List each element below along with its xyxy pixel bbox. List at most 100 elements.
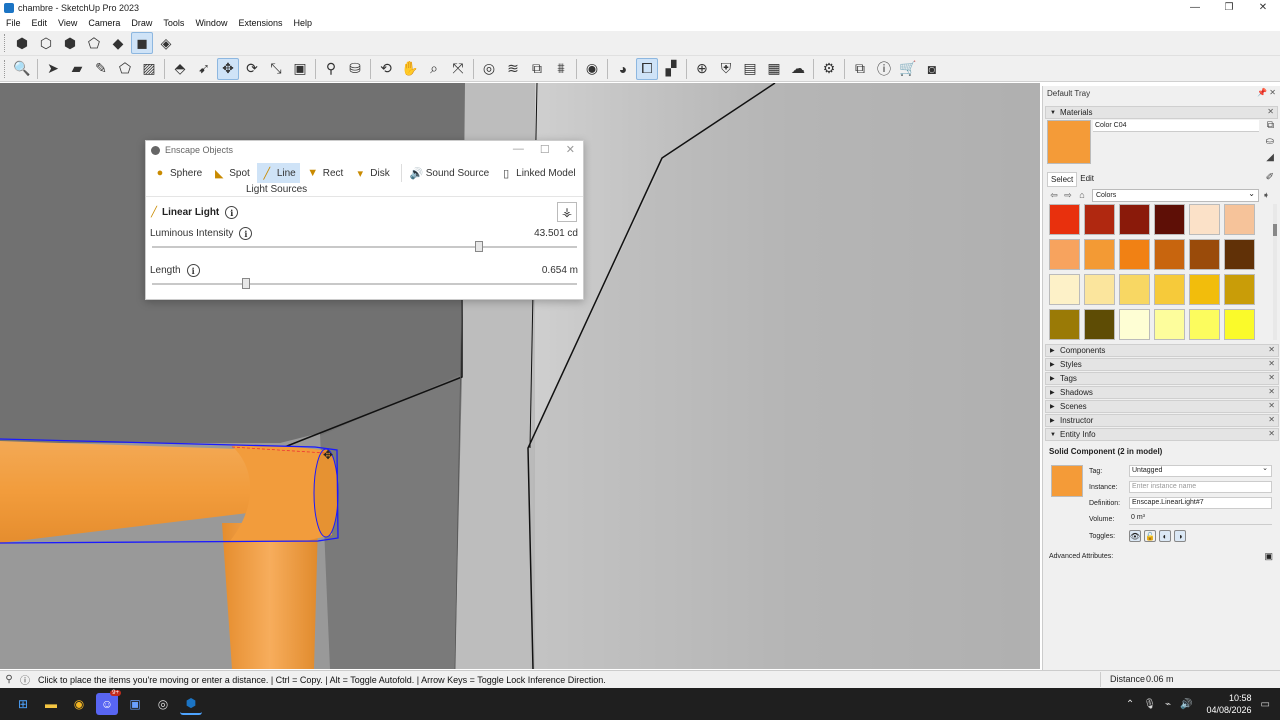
paint-bucket-icon[interactable]: ⛀ xyxy=(1266,136,1274,147)
hidden-toggle-icon[interactable]: 👁 xyxy=(1129,530,1141,542)
tab-linked-model[interactable]: ▯ Linked Model xyxy=(496,163,579,183)
enscape-window-icon[interactable]: ⧉ xyxy=(849,58,871,80)
follow-me-icon[interactable]: ➹ xyxy=(193,58,215,80)
zoom-icon[interactable]: 🔍 xyxy=(11,58,33,80)
menu-draw[interactable]: Draw xyxy=(131,18,152,28)
info-icon[interactable]: ⓘ xyxy=(18,672,32,687)
tab-sphere[interactable]: ● Sphere xyxy=(150,163,206,183)
color-swatch[interactable] xyxy=(1154,274,1185,305)
close-panel-icon[interactable]: ✕ xyxy=(1268,429,1275,438)
close-panel-icon[interactable]: ✕ xyxy=(1268,373,1275,382)
right-view-icon[interactable]: ⬠ xyxy=(83,32,105,54)
network-icon[interactable]: ⌁ xyxy=(1165,699,1171,710)
color-swatch[interactable] xyxy=(1224,239,1255,270)
color-swatch[interactable] xyxy=(1189,274,1220,305)
scale-icon[interactable]: ⤡ xyxy=(265,58,287,80)
enscape-upload-icon[interactable]: ☁ xyxy=(787,58,809,80)
discord-icon[interactable]: ☺ 9+ xyxy=(96,690,121,715)
app-icon[interactable]: ▣ xyxy=(124,693,146,715)
receive-shadows-toggle-icon[interactable]: ◐ xyxy=(1159,530,1171,542)
menu-window[interactable]: Window xyxy=(195,18,227,28)
enscape-sync-icon[interactable]: ▞ xyxy=(660,58,682,80)
layout-icon[interactable]: ⧉ xyxy=(526,58,548,80)
shaded-icon[interactable]: ◼ xyxy=(131,32,153,54)
dialog-maximize-button[interactable]: ☐ xyxy=(540,143,550,156)
color-swatch[interactable] xyxy=(1084,204,1115,235)
enscape-render-icon[interactable]: ◕ xyxy=(612,58,634,80)
color-swatch[interactable] xyxy=(1154,204,1185,235)
enscape-settings-icon[interactable]: ⚙ xyxy=(818,58,840,80)
select-icon[interactable]: ➤ xyxy=(42,58,64,80)
forward-arrow-icon[interactable]: ⇨ xyxy=(1061,190,1075,201)
clock[interactable]: 10:58 04/08/2026 xyxy=(1207,692,1252,716)
zoom-window-icon[interactable]: ⌕ xyxy=(423,58,445,80)
entity-info-panel-header[interactable]: ▼ Entity Info ✕ xyxy=(1045,428,1279,441)
home-icon[interactable]: ⌂ xyxy=(1075,190,1089,200)
offset-icon[interactable]: ▣ xyxy=(289,58,311,80)
paint-bucket-icon[interactable]: ⛁ xyxy=(344,58,366,80)
volume-icon[interactable]: 🔊 xyxy=(1180,699,1192,710)
close-panel-icon[interactable]: ✕ xyxy=(1268,345,1275,354)
chevron-up-icon[interactable]: ⌃ xyxy=(1126,699,1134,710)
geolocation-icon[interactable]: ⚲ xyxy=(2,674,16,685)
tab-rect[interactable]: ▼ Rect xyxy=(303,163,348,183)
orbit-icon[interactable]: ⟲ xyxy=(375,58,397,80)
distance-value[interactable]: 0.06 m xyxy=(1146,674,1174,684)
components-panel-header[interactable]: ▶ Components ✕ xyxy=(1045,344,1279,357)
dialog-close-button[interactable]: ✕ xyxy=(566,143,575,156)
enscape-checker-icon[interactable]: ▦ xyxy=(763,58,785,80)
default-material-icon[interactable]: ◢ xyxy=(1266,152,1274,163)
color-swatch[interactable] xyxy=(1119,274,1150,305)
create-material-icon[interactable]: ⧉ xyxy=(1267,120,1274,131)
current-material-swatch[interactable] xyxy=(1047,120,1091,164)
color-swatch[interactable] xyxy=(1119,239,1150,270)
color-swatch[interactable] xyxy=(1224,274,1255,305)
close-panel-icon[interactable]: ✕ xyxy=(1268,359,1275,368)
color-swatch[interactable] xyxy=(1084,309,1115,340)
tab-disk[interactable]: ▾ Disk xyxy=(350,163,393,183)
notification-icon[interactable]: ▭ xyxy=(1261,699,1270,710)
details-arrow-icon[interactable]: ➧ xyxy=(1259,190,1273,201)
microphone-icon[interactable]: 🎙 xyxy=(1143,699,1156,710)
info-icon[interactable]: i xyxy=(186,264,200,277)
shadows-panel-header[interactable]: ▶ Shadows ✕ xyxy=(1045,386,1279,399)
menu-tools[interactable]: Tools xyxy=(163,18,184,28)
rotate-icon[interactable]: ⟳ xyxy=(241,58,263,80)
eyedropper-icon[interactable]: ✐ xyxy=(1266,172,1274,183)
styles-panel-header[interactable]: ▶ Styles ✕ xyxy=(1045,358,1279,371)
info-icon[interactable]: i xyxy=(239,227,253,240)
iso-view-icon[interactable]: ⬢ xyxy=(11,32,33,54)
back-arrow-icon[interactable]: ⇦ xyxy=(1047,190,1061,201)
tab-sound-source[interactable]: 🔊 Sound Source xyxy=(406,163,493,183)
sandbox-icon[interactable]: ⩩ xyxy=(550,58,572,80)
cast-shadows-toggle-icon[interactable]: ◑ xyxy=(1174,530,1186,542)
menu-extensions[interactable]: Extensions xyxy=(238,18,282,28)
close-panel-icon[interactable]: ✕ xyxy=(1268,387,1275,396)
pencil-icon[interactable]: ✎ xyxy=(90,58,112,80)
chrome-icon[interactable]: ◉ xyxy=(68,693,90,715)
top-view-icon[interactable]: ⬡ xyxy=(35,32,57,54)
info-icon[interactable]: i xyxy=(225,206,239,219)
color-swatch[interactable] xyxy=(1119,204,1150,235)
length-slider[interactable] xyxy=(152,278,577,289)
color-swatch[interactable] xyxy=(1154,309,1185,340)
pushpull-icon[interactable]: ⬘ xyxy=(169,58,191,80)
paint-icon[interactable]: ▨ xyxy=(138,58,160,80)
shapes-icon[interactable]: ⬠ xyxy=(114,58,136,80)
material-name-field[interactable]: Color C04 xyxy=(1093,120,1259,132)
length-value[interactable]: 0.654 m xyxy=(542,265,578,276)
enscape-views-icon[interactable]: ▤ xyxy=(739,58,761,80)
minimize-button[interactable]: — xyxy=(1178,0,1212,15)
back-view-icon[interactable]: ◆ xyxy=(107,32,129,54)
menu-view[interactable]: View xyxy=(58,18,77,28)
tab-select[interactable]: Select xyxy=(1047,172,1078,187)
intensity-value[interactable]: 43.501 cd xyxy=(534,228,578,239)
color-swatch[interactable] xyxy=(1119,309,1150,340)
enscape-materials-icon[interactable]: ⛨ xyxy=(715,58,737,80)
intensity-slider-thumb[interactable] xyxy=(475,241,484,252)
definition-input[interactable]: Enscape.LinearLight#7 xyxy=(1129,497,1272,509)
windows-start-icon[interactable]: ⊞ xyxy=(12,693,34,715)
instance-input[interactable]: Enter instance name xyxy=(1129,481,1272,493)
enscape-info-icon[interactable]: ⓘ xyxy=(873,58,895,80)
tag-dropdown[interactable]: Untagged xyxy=(1129,464,1272,477)
